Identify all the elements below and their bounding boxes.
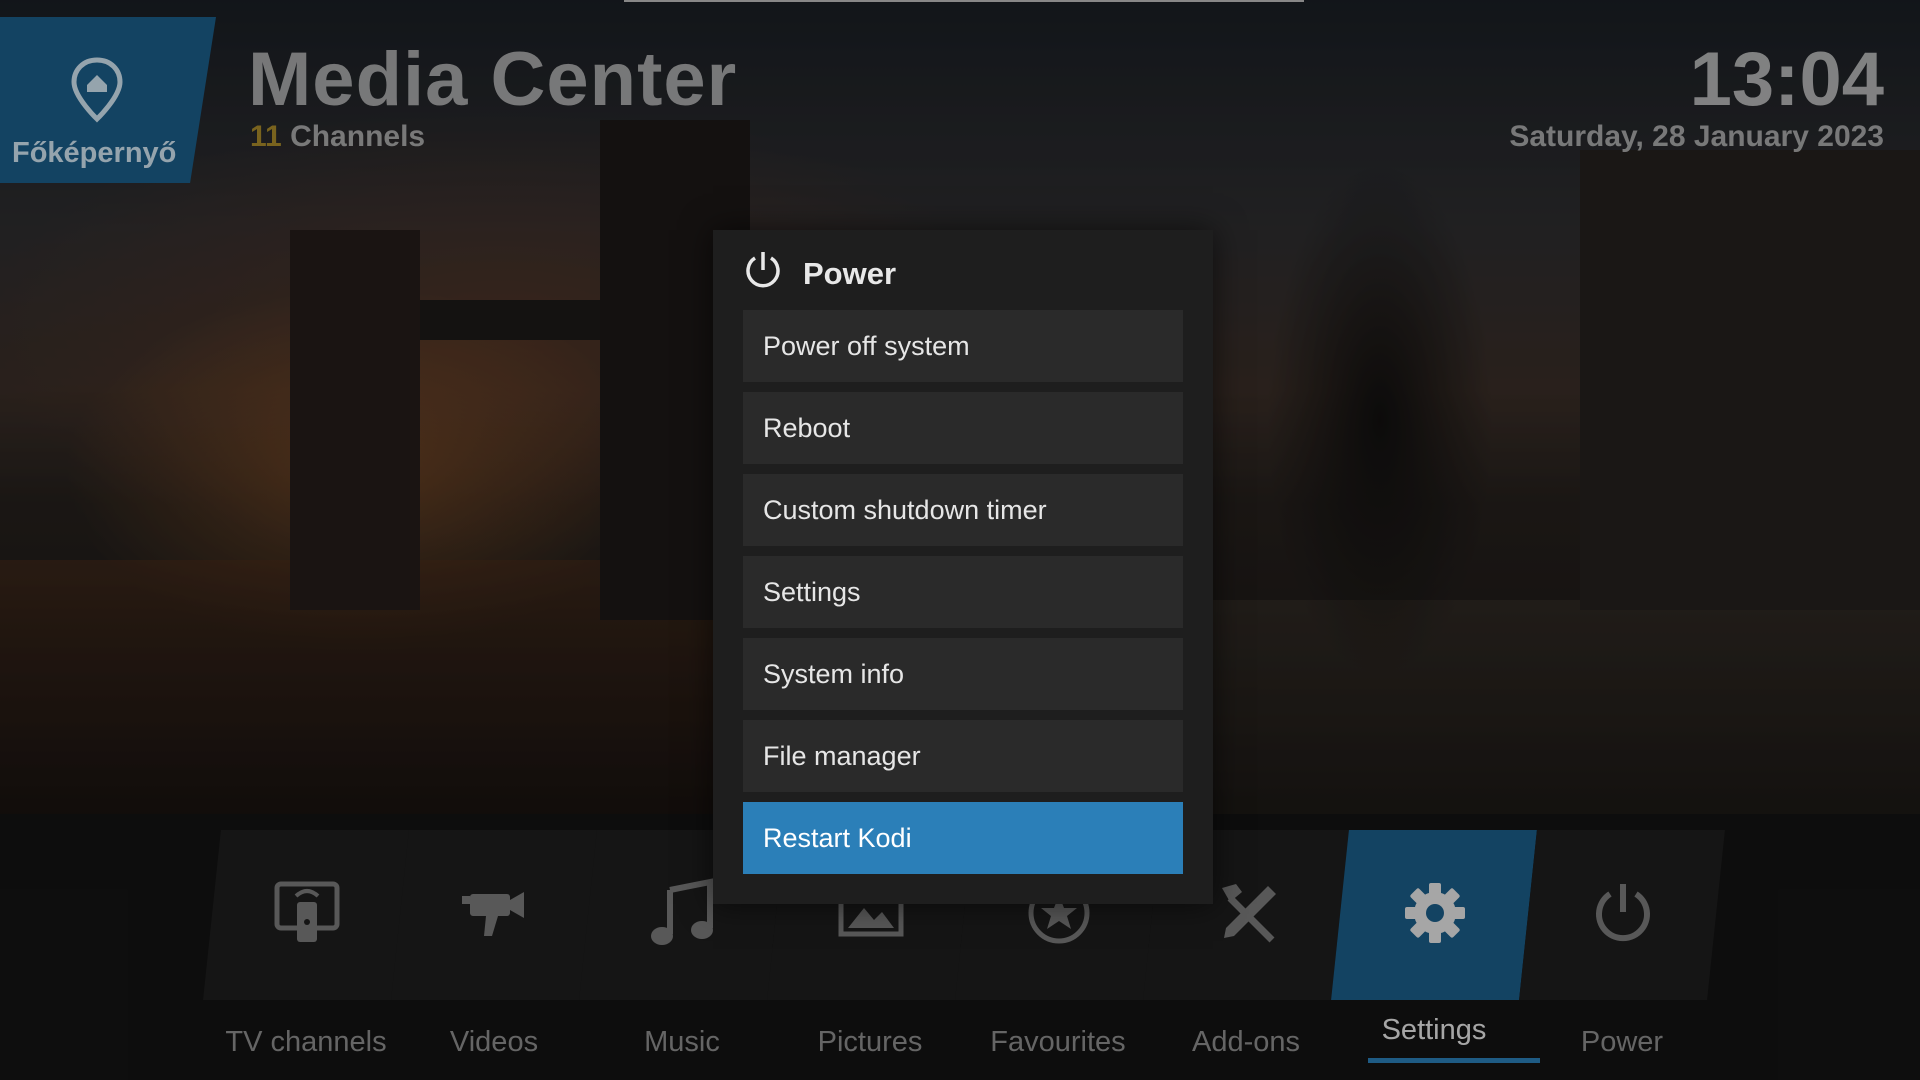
option-reboot[interactable]: Reboot <box>743 392 1183 464</box>
option-power-off-system[interactable]: Power off system <box>743 310 1183 382</box>
option-restart-kodi[interactable]: Restart Kodi <box>743 802 1183 874</box>
option-file-manager[interactable]: File manager <box>743 720 1183 792</box>
power-dialog: Power Power off system Reboot Custom shu… <box>713 230 1213 904</box>
option-system-info[interactable]: System info <box>743 638 1183 710</box>
option-custom-shutdown-timer[interactable]: Custom shutdown timer <box>743 474 1183 546</box>
power-icon <box>746 252 780 288</box>
dialog-title: Power <box>803 256 897 291</box>
option-settings[interactable]: Settings <box>743 556 1183 628</box>
